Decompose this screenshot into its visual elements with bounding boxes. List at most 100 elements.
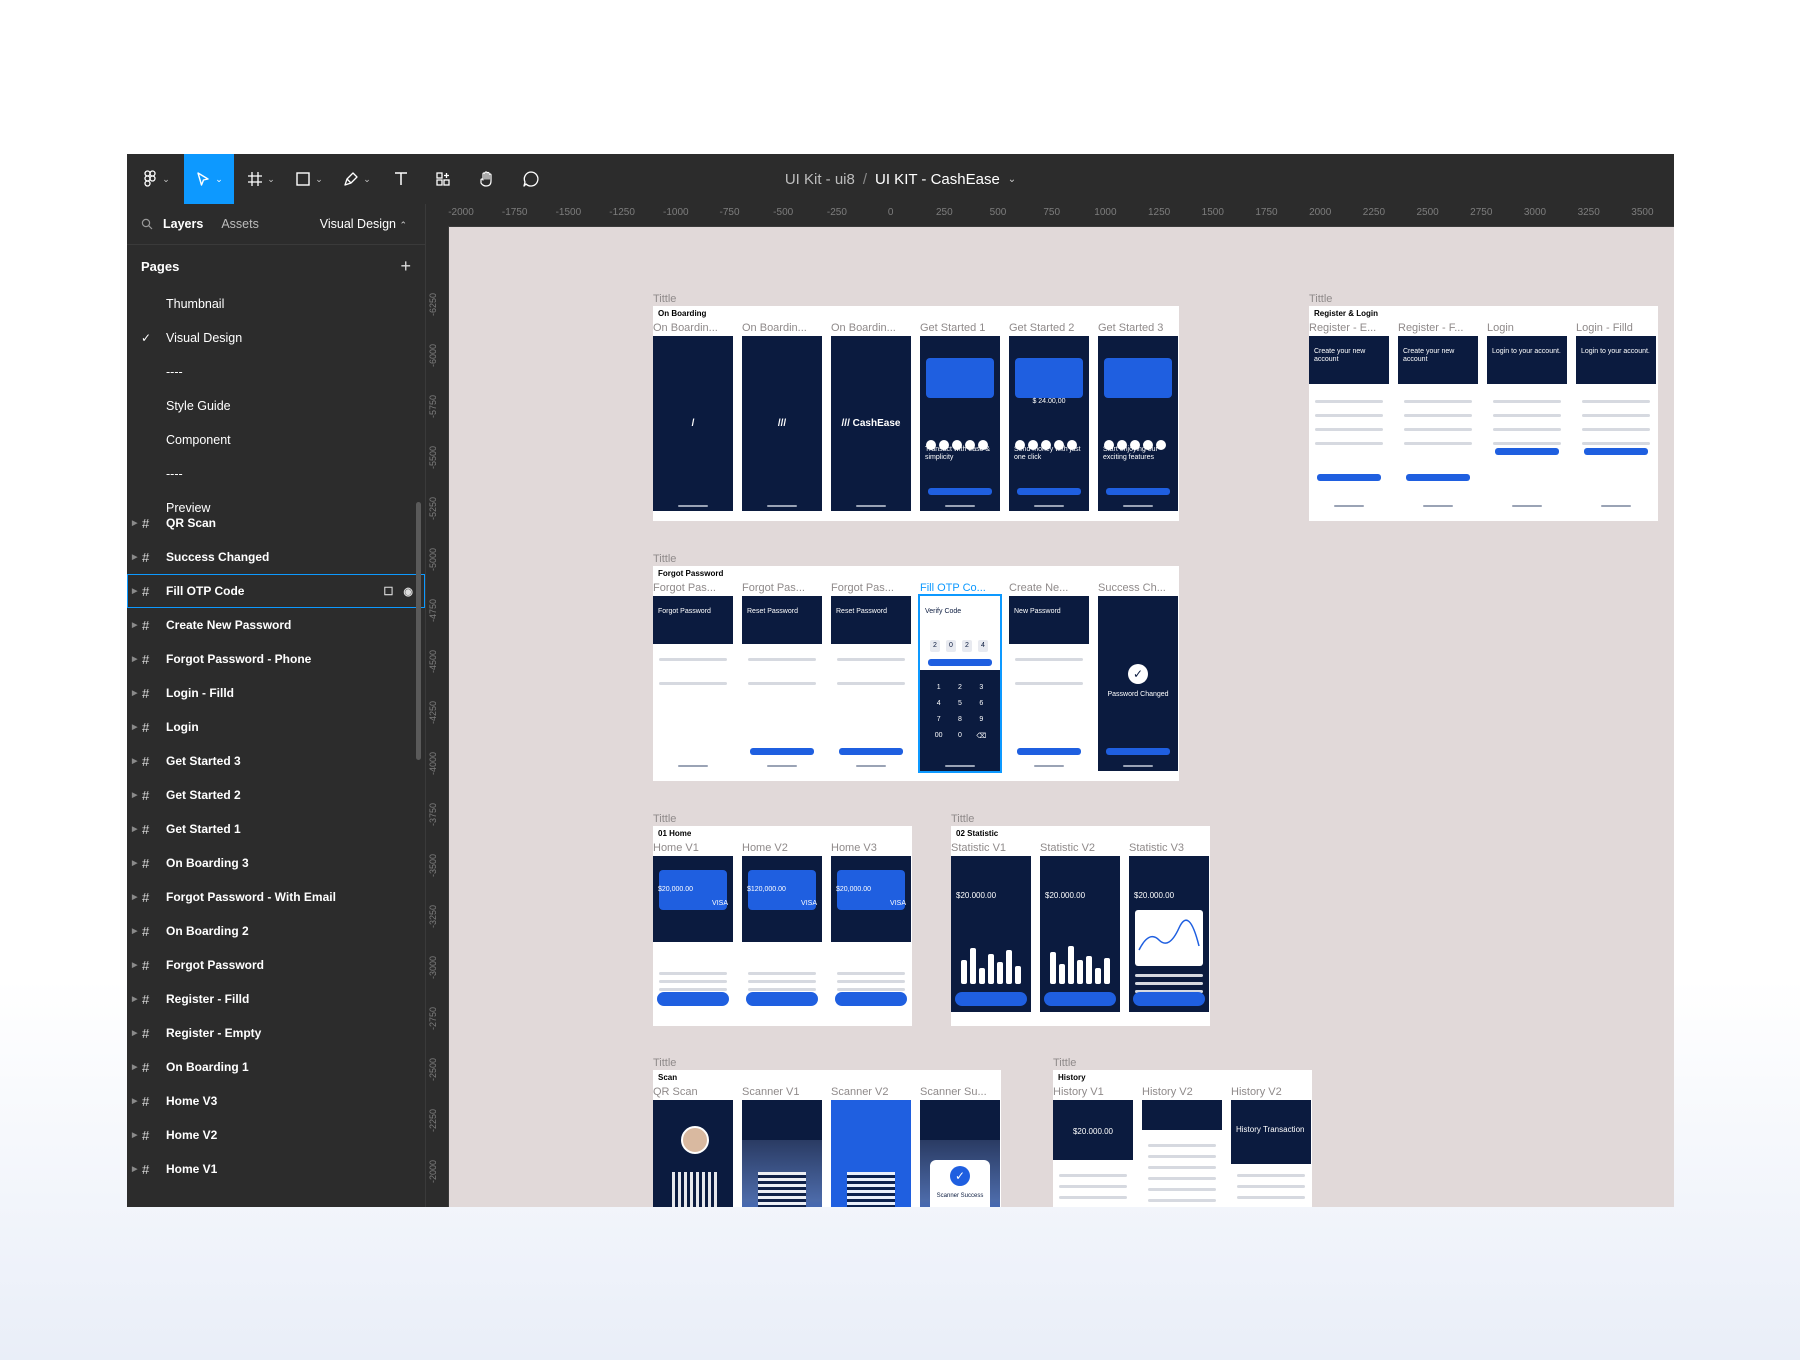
file-name[interactable]: UI KIT - CashEase <box>875 171 1000 188</box>
move-tool-button[interactable]: ⌄ <box>184 154 234 204</box>
layer-item[interactable]: ▶ # Forgot Password - Phone <box>127 642 425 676</box>
keypad-key[interactable]: 0 <box>949 732 970 740</box>
layer-item[interactable]: ▶ # QR Scan <box>127 506 425 540</box>
frame-label[interactable]: History V1 <box>1053 1086 1135 1098</box>
frame-label[interactable]: On Boardin... <box>653 322 735 334</box>
chevron-right-icon[interactable]: ▶ <box>132 723 137 731</box>
frame-label[interactable]: Get Started 2 <box>1009 322 1091 334</box>
frame-label[interactable]: Scanner V1 <box>742 1086 824 1098</box>
add-page-icon[interactable]: + <box>400 256 411 277</box>
layers-scrollbar[interactable] <box>416 502 421 760</box>
page-item[interactable]: Thumbnail <box>127 287 425 321</box>
chevron-right-icon[interactable]: ▶ <box>132 825 137 833</box>
chevron-right-icon[interactable]: ▶ <box>132 1063 137 1071</box>
phone-frame[interactable]: Create your new account <box>1309 336 1389 511</box>
chevron-right-icon[interactable]: ▶ <box>132 893 137 901</box>
figma-menu-button[interactable]: ⌄ <box>135 154 179 204</box>
keypad-key[interactable]: 5 <box>949 700 970 707</box>
keypad-key[interactable]: 6 <box>971 700 992 707</box>
frame-label[interactable]: Forgot Pas... <box>653 582 735 594</box>
frame-label[interactable]: QR Scan <box>653 1086 735 1098</box>
chevron-right-icon[interactable]: ▶ <box>132 859 137 867</box>
layer-item[interactable]: ▶ # Home V2 <box>127 1118 425 1152</box>
frame-label[interactable]: Home V3 <box>831 842 913 854</box>
keypad-key[interactable]: ⌫ <box>971 732 992 740</box>
phone-frame[interactable]: ✓ Scanner Success <box>920 1100 1000 1207</box>
frame-label[interactable]: Home V2 <box>742 842 824 854</box>
frame-label[interactable]: Forgot Pas... <box>831 582 913 594</box>
frame-label[interactable]: Register - E... <box>1309 322 1391 334</box>
phone-frame[interactable]: Start enjoying our exciting features <box>1098 336 1178 511</box>
page-item[interactable]: Style Guide <box>127 389 425 423</box>
keypad-key[interactable]: 7 <box>928 716 949 723</box>
design-canvas[interactable]: Tittle On Boarding On Boardin... On Boardin… <box>449 227 1674 1207</box>
frame-label[interactable]: On Boardin... <box>742 322 824 334</box>
text-tool-button[interactable] <box>383 154 419 204</box>
chevron-right-icon[interactable]: ▶ <box>132 621 137 629</box>
tab-layers[interactable]: Layers <box>163 217 203 231</box>
phone-frame[interactable]: / <box>653 336 733 511</box>
search-icon[interactable] <box>141 218 153 230</box>
phone-frame[interactable]: /// <box>742 336 822 511</box>
phone-frame[interactable] <box>653 1100 733 1207</box>
frame-label[interactable]: Register - F... <box>1398 322 1480 334</box>
frame-label[interactable]: Forgot Pas... <box>742 582 824 594</box>
chevron-right-icon[interactable]: ▶ <box>132 519 137 527</box>
frame-label[interactable]: Statistic V2 <box>1040 842 1122 854</box>
phone-frame[interactable]: Create your new account <box>1398 336 1478 511</box>
layer-item[interactable]: ▶ # On Boarding 3 <box>127 846 425 880</box>
frame-label[interactable]: History V2 <box>1142 1086 1224 1098</box>
project-name[interactable]: UI Kit - ui8 <box>785 171 855 188</box>
layer-item[interactable]: ▶ # Get Started 3 <box>127 744 425 778</box>
chevron-right-icon[interactable]: ▶ <box>132 587 137 595</box>
layer-item[interactable]: ▶ # Home V1 <box>127 1152 425 1186</box>
phone-frame[interactable]: History Transaction <box>1231 1100 1311 1207</box>
chevron-right-icon[interactable]: ▶ <box>132 689 137 697</box>
layer-item[interactable]: ▶ # Login <box>127 710 425 744</box>
frame-label[interactable]: Login <box>1487 322 1569 334</box>
layer-item[interactable]: ▶ # Home V3 <box>127 1084 425 1118</box>
frame-label[interactable]: Statistic V3 <box>1129 842 1211 854</box>
layer-item[interactable]: ▶ # On Boarding 1 <box>127 1050 425 1084</box>
phone-frame[interactable] <box>831 1100 911 1207</box>
frame-label[interactable]: Login - Filld <box>1576 322 1658 334</box>
frame-label[interactable]: Fill OTP Co... <box>920 582 1002 594</box>
layer-item[interactable]: ▶ # On Boarding 2 <box>127 914 425 948</box>
frame-label[interactable]: On Boardin... <box>831 322 913 334</box>
keypad-key[interactable]: 00 <box>928 732 949 740</box>
layer-item[interactable]: ▶ # Login - Filld <box>127 676 425 710</box>
phone-frame[interactable]: ✓ Password Changed <box>1098 596 1178 771</box>
chevron-right-icon[interactable]: ▶ <box>132 655 137 663</box>
phone-frame[interactable]: $20.000.00 <box>951 856 1031 1012</box>
chevron-right-icon[interactable]: ▶ <box>132 1131 137 1139</box>
unlock-icon[interactable]: ☐ <box>384 585 394 598</box>
phone-frame[interactable]: Verify CodeVerify Code2024123456789000⌫ <box>920 596 1000 771</box>
chevron-right-icon[interactable]: ▶ <box>132 757 137 765</box>
phone-frame[interactable]: Reset Password <box>831 596 911 771</box>
phone-frame[interactable]: $20,000.00 VISA <box>653 856 733 1012</box>
phone-frame[interactable]: Login to your account. <box>1487 336 1567 511</box>
keypad-key[interactable]: 1 <box>928 684 949 691</box>
frame-tool-button[interactable]: ⌄ <box>239 154 283 204</box>
pen-tool-button[interactable]: ⌄ <box>335 154 379 204</box>
page-item[interactable]: Component <box>127 423 425 457</box>
frame-label[interactable]: Get Started 3 <box>1098 322 1180 334</box>
chevron-right-icon[interactable]: ▶ <box>132 791 137 799</box>
phone-frame[interactable] <box>1142 1100 1222 1207</box>
phone-frame[interactable]: $ 24.00,00 Send money with just one click <box>1009 336 1089 511</box>
frame-label[interactable]: Scanner Su... <box>920 1086 1002 1098</box>
phone-frame[interactable]: /// CashEase <box>831 336 911 511</box>
eye-icon[interactable]: ◉ <box>403 585 413 598</box>
keypad-key[interactable]: 9 <box>971 716 992 723</box>
frame-label[interactable]: Create Ne... <box>1009 582 1091 594</box>
frame-label[interactable]: Scanner V2 <box>831 1086 913 1098</box>
chevron-right-icon[interactable]: ▶ <box>132 1165 137 1173</box>
frame-label[interactable]: Get Started 1 <box>920 322 1002 334</box>
frame-label[interactable]: Home V1 <box>653 842 735 854</box>
layer-item[interactable]: ▶ # Create New Password <box>127 608 425 642</box>
layer-item[interactable]: ▶ # Get Started 1 <box>127 812 425 846</box>
keypad-key[interactable]: 3 <box>971 684 992 691</box>
shape-tool-button[interactable]: ⌄ <box>287 154 331 204</box>
keypad-key[interactable]: 8 <box>949 716 970 723</box>
phone-frame[interactable]: New Password <box>1009 596 1089 771</box>
